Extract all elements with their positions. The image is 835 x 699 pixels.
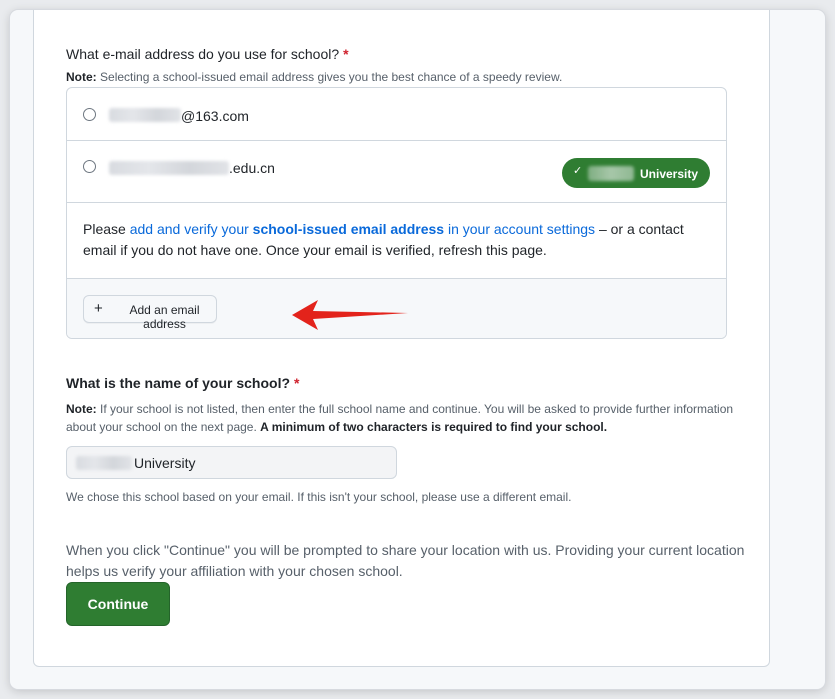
education-form-card: What e-mail address do you use for schoo… bbox=[33, 10, 770, 667]
email-option-row[interactable]: @163.com bbox=[67, 88, 726, 141]
continue-button[interactable]: Continue bbox=[66, 582, 170, 626]
location-info: When you click "Continue" you will be pr… bbox=[66, 542, 745, 579]
school-hint: We chose this school based on your email… bbox=[66, 490, 572, 504]
school-name-input[interactable]: University bbox=[66, 446, 397, 479]
email-domain: .edu.cn bbox=[229, 160, 275, 176]
browser-window: What e-mail address do you use for schoo… bbox=[10, 10, 825, 689]
required-marker: * bbox=[343, 46, 349, 62]
redacted-school-prefix bbox=[76, 456, 132, 470]
check-icon: ✓ bbox=[573, 165, 583, 177]
email-option-row[interactable]: .edu.cn ✓ University bbox=[67, 141, 726, 203]
red-arrow-annotation bbox=[292, 300, 408, 330]
school-question-title: What is the name of your school? * bbox=[66, 375, 300, 391]
redacted-email-local bbox=[109, 108, 181, 122]
add-email-button[interactable]: + Add an email address bbox=[83, 295, 217, 331]
email-note: Note: Selecting a school-issued email ad… bbox=[66, 70, 563, 84]
email-question-title: What e-mail address do you use for schoo… bbox=[66, 46, 349, 62]
redacted-email-local bbox=[109, 161, 229, 175]
account-settings-link[interactable]: add and verify your school-issued email … bbox=[130, 221, 595, 237]
required-marker: * bbox=[294, 375, 300, 391]
email-radio[interactable] bbox=[83, 160, 96, 173]
email-domain: @163.com bbox=[181, 108, 249, 124]
email-radio[interactable] bbox=[83, 108, 96, 121]
redacted-university-name bbox=[588, 166, 634, 181]
plus-icon: + bbox=[94, 300, 103, 317]
school-note: Note: If your school is not listed, then… bbox=[66, 402, 734, 434]
verify-email-help: Please add and verify your school-issued… bbox=[83, 221, 684, 258]
university-badge: ✓ University bbox=[562, 158, 710, 188]
